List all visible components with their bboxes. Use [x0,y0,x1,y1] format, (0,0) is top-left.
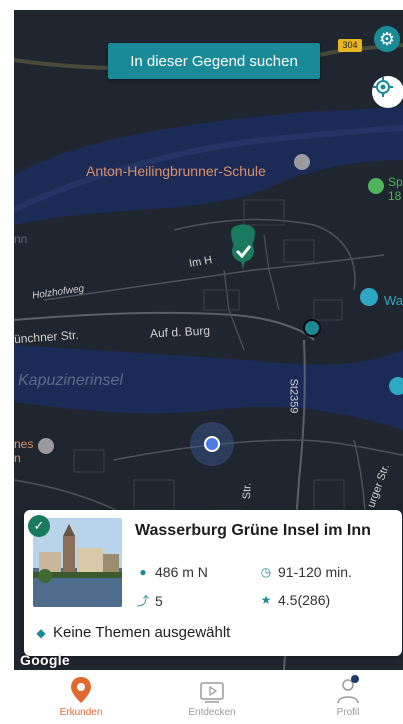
road-shield: 304 [338,39,362,52]
nav-label-profile: Profil [336,707,360,718]
duration-value: 91-120 min. [278,564,352,580]
star-icon: ★ [260,593,272,607]
map-label-poi: Wa [384,293,403,308]
themes-label: Keine Themen ausgewählt [53,624,231,641]
nav-label-explore: Erkunden [59,707,103,718]
map-label-river: nn [14,232,28,246]
distance-value: 486 m N [155,564,208,580]
stops-value: 5 [155,592,163,609]
tour-stops: ⤴ 5 [137,592,163,609]
map-label-street: Str. [240,482,254,500]
map-label-island: Kapuzinerinsel [18,372,123,389]
map-label-poi: nes n [14,437,34,465]
tour-distance: ● 486 m N [137,564,208,580]
google-logo: Google [20,652,71,668]
search-this-area-button[interactable]: In dieser Gegend suchen [108,43,320,79]
route-icon: ⤴ [137,594,150,608]
tag-icon: ◆ [36,625,46,640]
nav-tab-discover[interactable]: Entdecken [162,672,262,724]
video-icon [200,682,224,703]
profile-icon [337,675,359,704]
nav-label-discover: Entdecken [188,707,236,718]
map-label-poi: Sp 18 [388,175,403,203]
tour-card[interactable]: ✓ Wasserburg Grüne Insel im Inn ● 486 m … [24,510,402,656]
tour-title: Wasserburg Grüne Insel im Inn [135,522,371,539]
map-label-road: St2359 [287,378,300,414]
nav-tab-profile[interactable]: Profil [298,672,398,724]
map-label-school: Anton-Heilingbrunner-Schule [86,163,266,179]
bottom-navigation: Erkunden Entdecken Profil [0,672,403,724]
clock-icon: ◷ [260,565,272,579]
location-pin-icon [71,677,91,703]
settings-button[interactable]: ⚙ [374,26,400,52]
location-pin-icon: ● [139,565,147,579]
nav-tab-explore[interactable]: Erkunden [31,672,131,724]
rating-value: 4.5(286) [278,592,331,608]
completed-check-icon: ✓ [28,515,50,537]
themes-row[interactable]: ◆ Keine Themen ausgewählt [35,624,230,641]
tour-rating: ★ 4.5(286) [260,592,331,608]
gear-icon: ⚙ [378,28,396,49]
my-location-button[interactable] [372,76,403,108]
crosshair-icon [373,77,393,97]
tour-duration: ◷ 91-120 min. [260,564,352,580]
